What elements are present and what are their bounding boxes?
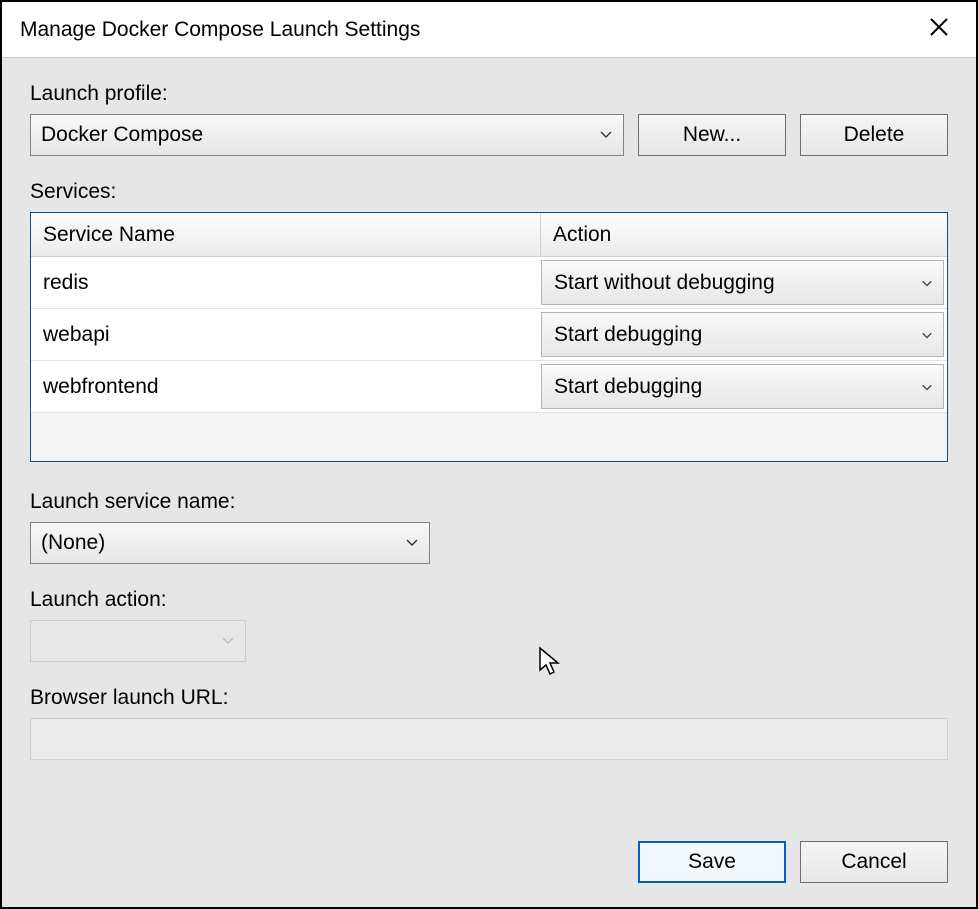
service-action-value: Start debugging: [554, 375, 702, 399]
launch-action-label: Launch action:: [30, 588, 948, 612]
table-header-row: Service Name Action: [31, 213, 947, 257]
launch-profile-row: Docker Compose New... Delete: [30, 114, 948, 156]
launch-action-section: Launch action:: [30, 588, 948, 662]
dialog-body: Launch profile: Docker Compose New... De…: [2, 58, 976, 907]
chevron-down-icon: [599, 123, 613, 147]
col-header-action[interactable]: Action: [541, 213, 947, 257]
chevron-down-icon: [921, 375, 933, 399]
launch-service-section: Launch service name: (None): [30, 490, 948, 564]
chevron-down-icon: [405, 531, 419, 555]
launch-profile-select[interactable]: Docker Compose: [30, 114, 624, 156]
launch-action-select: [30, 620, 246, 662]
new-profile-button[interactable]: New...: [638, 114, 786, 156]
chevron-down-icon: [921, 271, 933, 295]
service-action-select[interactable]: Start debugging: [541, 364, 944, 409]
delete-profile-button[interactable]: Delete: [800, 114, 948, 156]
service-action-select[interactable]: Start without debugging: [541, 260, 944, 305]
dialog-window: Manage Docker Compose Launch Settings La…: [0, 0, 978, 909]
table-row: webapi Start debugging: [31, 309, 947, 361]
launch-service-name-label: Launch service name:: [30, 490, 948, 514]
table-row: redis Start without debugging: [31, 257, 947, 309]
table-row: webfrontend Start debugging: [31, 361, 947, 413]
save-button-label: Save: [688, 850, 736, 874]
browser-url-input: [30, 718, 948, 760]
chevron-down-icon: [921, 323, 933, 347]
table-empty-area: [31, 413, 947, 461]
close-icon: [929, 17, 949, 43]
launch-profile-label: Launch profile:: [30, 82, 948, 106]
service-action-select[interactable]: Start debugging: [541, 312, 944, 357]
launch-profile-value: Docker Compose: [41, 123, 203, 147]
window-title: Manage Docker Compose Launch Settings: [20, 18, 916, 42]
cancel-button[interactable]: Cancel: [800, 841, 948, 883]
service-name-cell[interactable]: webfrontend: [31, 361, 541, 412]
service-action-value: Start without debugging: [554, 271, 775, 295]
cancel-button-label: Cancel: [841, 850, 906, 874]
browser-url-label: Browser launch URL:: [30, 686, 948, 710]
services-label: Services:: [30, 180, 948, 204]
service-name-cell[interactable]: redis: [31, 257, 541, 308]
delete-button-label: Delete: [844, 123, 905, 147]
titlebar: Manage Docker Compose Launch Settings: [2, 2, 976, 58]
launch-service-name-value: (None): [41, 531, 105, 555]
col-header-service-name[interactable]: Service Name: [31, 213, 541, 257]
browser-url-section: Browser launch URL:: [30, 686, 948, 760]
close-button[interactable]: [916, 10, 962, 50]
service-name-cell[interactable]: webapi: [31, 309, 541, 360]
launch-service-name-select[interactable]: (None): [30, 522, 430, 564]
service-action-value: Start debugging: [554, 323, 702, 347]
save-button[interactable]: Save: [638, 841, 786, 883]
chevron-down-icon: [221, 629, 235, 653]
new-button-label: New...: [683, 123, 741, 147]
services-table: Service Name Action redis Start without …: [30, 212, 948, 462]
dialog-footer: Save Cancel: [638, 841, 948, 883]
